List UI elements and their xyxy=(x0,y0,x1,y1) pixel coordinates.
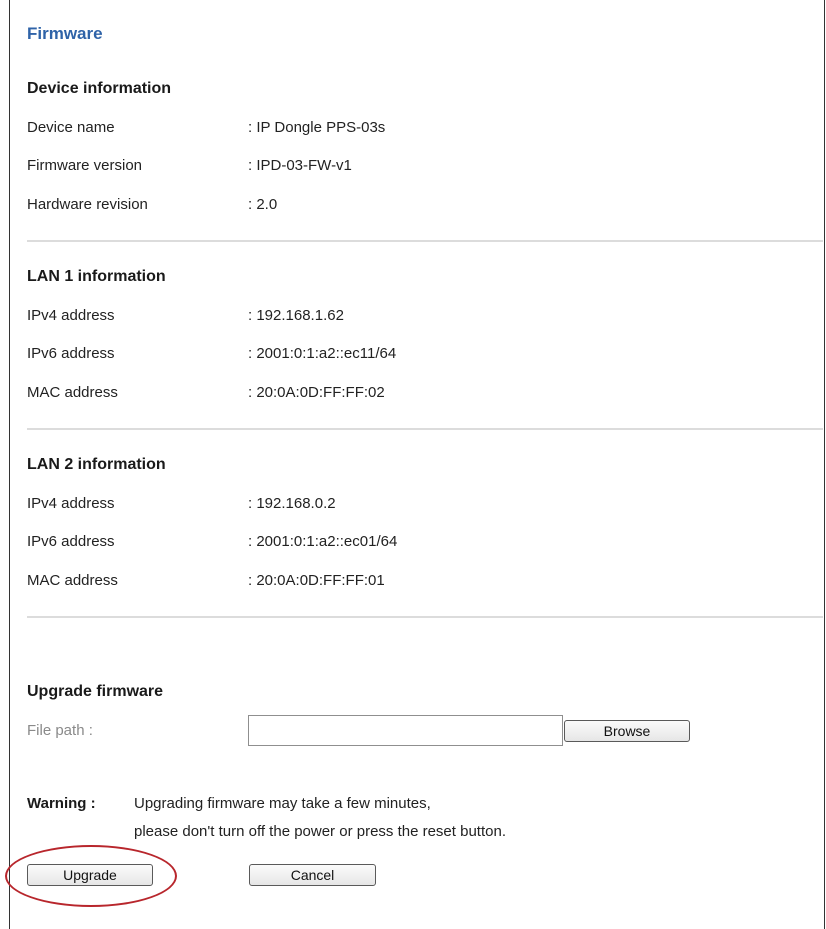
hardware-revision-label: Hardware revision xyxy=(27,196,148,213)
warning-text-line-1: Upgrading firmware may take a few minute… xyxy=(134,795,431,812)
hardware-revision-value: : 2.0 xyxy=(248,196,278,213)
section-divider xyxy=(27,616,823,618)
warning-text-line-2: please don't turn off the power or press… xyxy=(134,823,506,840)
section-divider xyxy=(27,428,823,430)
lan1-ipv6-value: : 2001:0:1:a2::ec11/64 xyxy=(248,345,397,362)
device-name-label: Device name xyxy=(27,119,115,136)
lan1-mac-label: MAC address xyxy=(27,384,118,401)
lan1-info-heading: LAN 1 information xyxy=(27,268,166,285)
lan2-ipv6-label: IPv6 address xyxy=(27,533,115,550)
lan1-ipv6-label: IPv6 address xyxy=(27,345,115,362)
lan1-ipv4-value: : 192.168.1.62 xyxy=(248,307,344,324)
browse-button[interactable]: Browse xyxy=(564,720,690,742)
firmware-version-label: Firmware version xyxy=(27,157,143,174)
section-divider xyxy=(27,240,823,242)
warning-label: Warning : xyxy=(27,795,96,812)
lan2-mac-label: MAC address xyxy=(27,572,118,589)
file-path-label: File path : xyxy=(27,722,93,739)
lan2-ipv6-value: : 2001:0:1:a2::ec01/64 xyxy=(248,533,398,550)
cancel-button[interactable]: Cancel xyxy=(249,864,376,886)
lan2-ipv4-value: : 192.168.0.2 xyxy=(248,495,336,512)
file-path-input[interactable] xyxy=(248,715,563,746)
upgrade-firmware-heading: Upgrade firmware xyxy=(27,683,164,700)
device-name-value: : IP Dongle PPS-03s xyxy=(248,119,386,136)
page-title: Firmware xyxy=(27,24,103,43)
device-info-heading: Device information xyxy=(27,80,172,97)
lan2-ipv4-label: IPv4 address xyxy=(27,495,115,512)
lan1-mac-value: : 20:0A:0D:FF:FF:02 xyxy=(248,384,385,401)
lan2-info-heading: LAN 2 information xyxy=(27,456,166,473)
lan1-ipv4-label: IPv4 address xyxy=(27,307,115,324)
upgrade-button[interactable]: Upgrade xyxy=(27,864,153,886)
lan2-mac-value: : 20:0A:0D:FF:FF:01 xyxy=(248,572,385,589)
firmware-version-value: : IPD-03-FW-v1 xyxy=(248,157,352,174)
